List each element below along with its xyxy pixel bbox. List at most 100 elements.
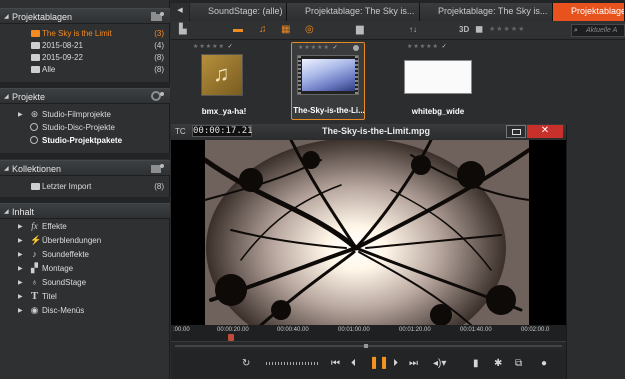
- sidebar-item-montage[interactable]: ▶ ▞ Montage: [0, 263, 170, 274]
- section-header-projekte[interactable]: ◢ Projekte: [0, 88, 170, 104]
- sidebar-item-effekte[interactable]: ▶ fx Effekte: [0, 221, 170, 232]
- timeline-ruler[interactable]: :00.00 00:00:20.00 00:00:40.00 00:01:00.…: [171, 325, 566, 341]
- section-header-projektablagen[interactable]: ◢ Projektablagen: [0, 8, 170, 24]
- tab-projektablage-active[interactable]: Projektablage: T: [553, 3, 625, 21]
- tab-scroll-left-icon[interactable]: ◀: [171, 3, 189, 21]
- sidebar-item-soundeffekte[interactable]: ▶ ♪ Soundeffekte: [0, 249, 170, 260]
- sidebar-item-studio-projektpakete[interactable]: Studio-Projektpakete: [0, 135, 170, 146]
- collection-icon: [31, 183, 40, 190]
- collapse-triangle-icon[interactable]: ◢: [4, 93, 9, 100]
- ruler-tick: :00.00: [173, 327, 190, 333]
- sort-icon[interactable]: ↑↓: [409, 24, 417, 36]
- rating-stars[interactable]: ★★★★★ ✓: [407, 43, 448, 50]
- library-grid: ★★★★★ ✓ ♫ bmx_ya-ha! ★★★★★ ✓ The-Sky-is-…: [171, 40, 625, 124]
- rating-stars[interactable]: ★★★★★ ✓: [193, 43, 234, 50]
- loop-icon[interactable]: ↻: [242, 358, 250, 370]
- library-item[interactable]: ★★★★★ ✓ whitebg_wide: [401, 42, 475, 120]
- expand-arrow-icon[interactable]: ▶: [18, 279, 23, 286]
- video-frame: [302, 59, 356, 91]
- library-item[interactable]: ★★★★★ ✓ ♫ bmx_ya-ha!: [187, 42, 261, 120]
- disc-menu-icon: ◉: [30, 305, 39, 315]
- item-label: Studio-Filmprojekte: [42, 110, 111, 119]
- info-icon[interactable]: [353, 45, 359, 51]
- transition-icon: ⚡: [30, 235, 42, 245]
- ruler-tick: 00:02:00.0: [521, 327, 550, 333]
- folder-icon: [31, 54, 40, 61]
- item-count: (8): [154, 65, 164, 74]
- go-to-end-icon[interactable]: ⏭: [409, 358, 418, 370]
- scene-view-icon[interactable]: ◼: [475, 24, 483, 36]
- collapse-triangle-icon[interactable]: ◢: [4, 165, 9, 172]
- tab-projektablage-2[interactable]: Projektablage: The Sky is...: [420, 3, 553, 21]
- timecode-display[interactable]: 00:00:17.21: [192, 125, 253, 137]
- section-title: Kollektionen: [12, 164, 62, 174]
- sidebar-item-soundstage[interactable]: ▶ ♁ SoundStage: [0, 277, 170, 288]
- sidebar-item-letzter-import[interactable]: Letzter Import (8): [0, 181, 170, 192]
- item-label: Montage: [42, 264, 74, 273]
- folder-view-icon[interactable]: ▆: [356, 24, 364, 36]
- expand-arrow-icon[interactable]: ▶: [18, 251, 23, 258]
- sidebar-item-the-sky-is-the-limit[interactable]: The Sky is the Limit (3): [0, 28, 170, 39]
- section-header-kollektionen[interactable]: ◢ Kollektionen: [0, 160, 170, 176]
- sidebar: ◢ Projektablagen The Sky is the Limit (3…: [0, 0, 170, 379]
- add-collection-icon[interactable]: [151, 163, 164, 173]
- tag-filter-icon[interactable]: ▙: [179, 24, 187, 36]
- empty-panel: [566, 124, 625, 379]
- video-filter-icon[interactable]: ▬: [233, 24, 243, 36]
- collapse-triangle-icon[interactable]: ◢: [4, 208, 9, 215]
- rating-stars[interactable]: ★★★★★ ✓: [298, 44, 339, 51]
- expand-arrow-icon[interactable]: ▶: [18, 265, 23, 272]
- close-button[interactable]: ✕: [527, 125, 563, 138]
- info-icon[interactable]: ●: [541, 358, 547, 370]
- 3d-toggle[interactable]: 3D: [459, 24, 469, 36]
- image-filter-icon[interactable]: ▦: [281, 24, 290, 36]
- volume-icon[interactable]: ◂)▾: [433, 358, 446, 370]
- scrub-bar[interactable]: [171, 341, 566, 350]
- expand-arrow-icon[interactable]: ▶: [18, 111, 23, 118]
- expand-arrow-icon[interactable]: ▶: [18, 293, 23, 300]
- expand-arrow-icon[interactable]: ▶: [18, 223, 23, 230]
- sidebar-item-studio-disc-projekte[interactable]: Studio-Disc-Projekte: [0, 122, 170, 133]
- sidebar-item-uberblendungen[interactable]: ▶ ⚡ Überblendungen: [0, 235, 170, 246]
- collapse-triangle-icon[interactable]: ◢: [4, 13, 9, 20]
- restore-window-button[interactable]: [506, 125, 526, 138]
- expand-arrow-icon[interactable]: ▶: [18, 237, 23, 244]
- search-input[interactable]: ⌕ Aktuelle A: [571, 24, 625, 37]
- expand-arrow-icon[interactable]: ▶: [18, 307, 23, 314]
- scrub-handle[interactable]: [364, 344, 368, 348]
- tab-projektablage-1[interactable]: Projektablage: The Sky is...: [287, 3, 420, 21]
- folder-icon: [31, 30, 40, 37]
- sidebar-item-disc-menus[interactable]: ▶ ◉ Disc-Menüs: [0, 305, 170, 316]
- sidebar-item-2015-08-21[interactable]: 2015-08-21 (4): [0, 40, 170, 51]
- playhead-marker[interactable]: [228, 334, 234, 341]
- sidebar-item-titel[interactable]: ▶ T Titel: [0, 291, 170, 302]
- snapshot-icon[interactable]: ▮: [473, 358, 479, 370]
- step-back-icon[interactable]: ⏴: [351, 358, 356, 370]
- rating-filter-icon[interactable]: ★★★★★: [489, 24, 525, 36]
- sidebar-item-studio-filmprojekte[interactable]: ▶ ⊛ Studio-Filmprojekte: [0, 109, 170, 120]
- sidebar-item-alle[interactable]: Alle (8): [0, 64, 170, 75]
- go-to-start-icon[interactable]: ⏮: [331, 358, 340, 370]
- library-item-selected[interactable]: ★★★★★ ✓ The-Sky-is-the-Li...: [291, 42, 365, 120]
- player-title: The-Sky-is-the-Limit.mpg: [321, 126, 430, 136]
- window-icon: [512, 129, 521, 135]
- sidebar-item-2015-09-22[interactable]: 2015-09-22 (8): [0, 52, 170, 63]
- section-header-inhalt[interactable]: ◢ Inhalt: [0, 203, 170, 219]
- item-label: SoundStage: [42, 278, 87, 287]
- item-count: (4): [154, 41, 164, 50]
- film-reel-icon: ⊛: [30, 109, 39, 119]
- shuttle-slider[interactable]: [266, 362, 318, 365]
- item-count: (3): [154, 29, 164, 38]
- settings-gear-icon[interactable]: ✱: [494, 358, 502, 370]
- fullscreen-icon[interactable]: ⧉: [515, 358, 522, 370]
- pause-button[interactable]: ❚❚: [369, 356, 389, 368]
- item-label: Studio-Disc-Projekte: [42, 123, 115, 132]
- add-bin-icon[interactable]: [151, 11, 164, 21]
- project-filter-icon[interactable]: ◎: [305, 24, 314, 36]
- tab-soundstage-alle[interactable]: SoundStage: (alle): [190, 3, 287, 21]
- audio-filter-icon[interactable]: ♫: [259, 24, 267, 36]
- item-label: 2015-09-22: [42, 53, 83, 62]
- step-forward-icon[interactable]: ⏵: [393, 358, 398, 370]
- add-project-icon[interactable]: [151, 91, 164, 101]
- video-preview[interactable]: [171, 140, 566, 325]
